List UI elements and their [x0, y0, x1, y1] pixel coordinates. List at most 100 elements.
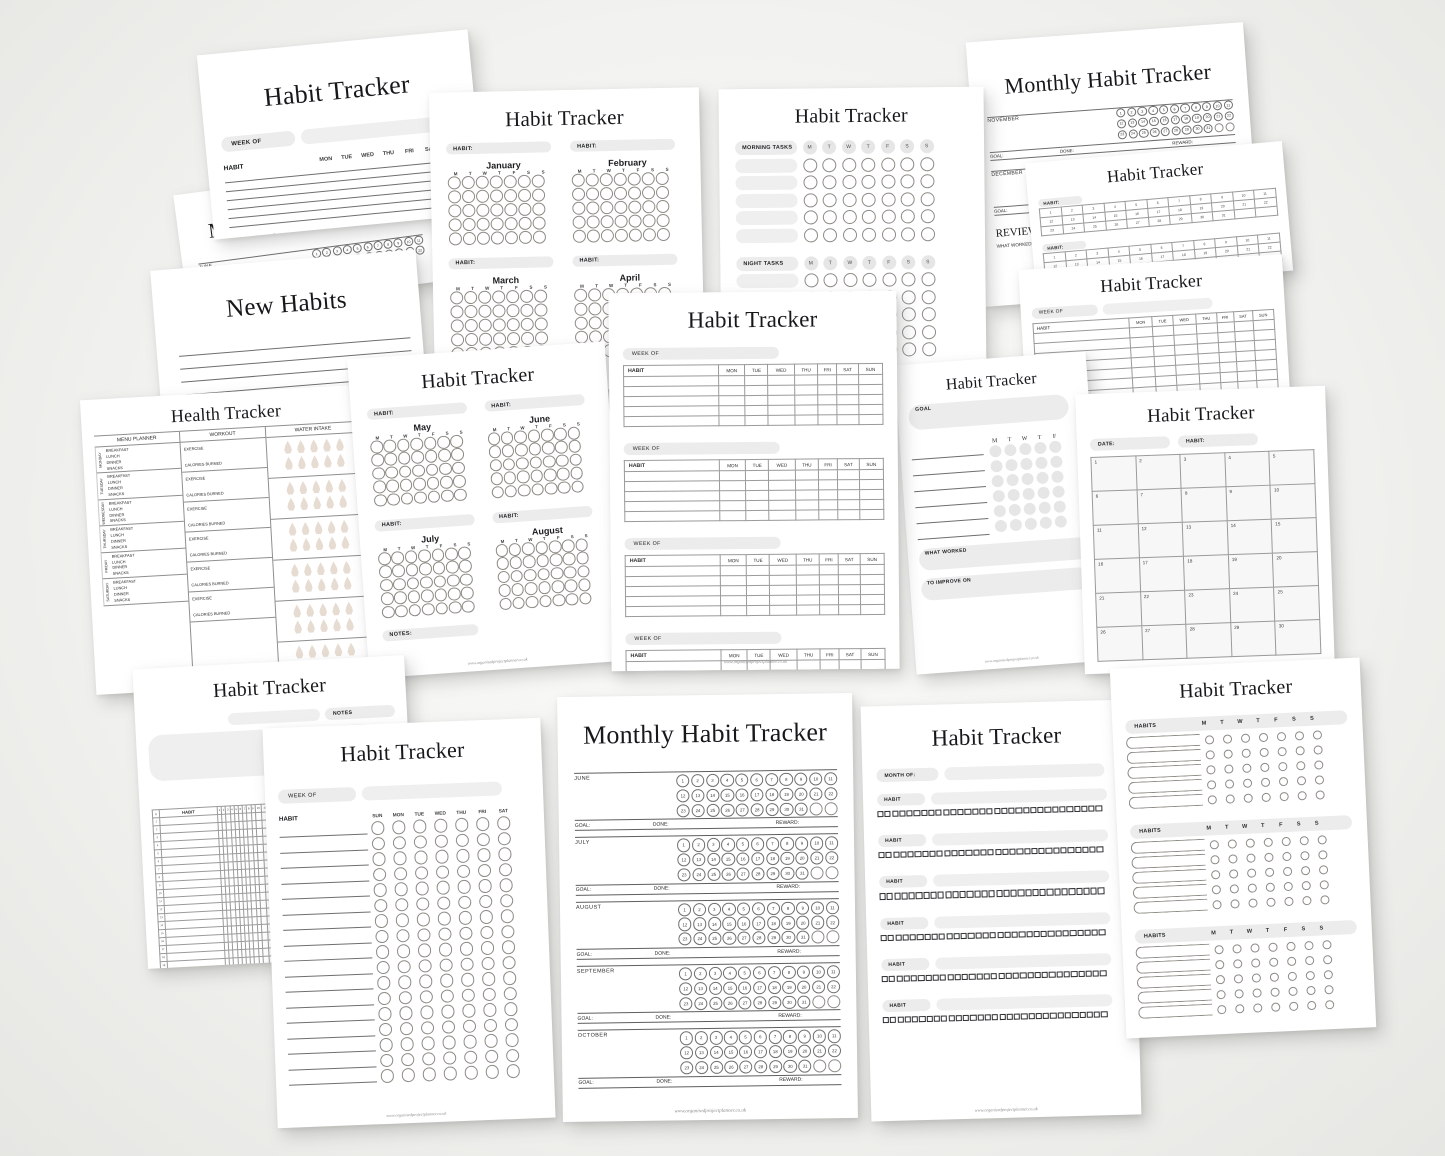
habit-circle[interactable]: [436, 435, 451, 449]
habit-circle[interactable]: [553, 427, 568, 441]
habit-circle[interactable]: [487, 431, 501, 446]
habit-circle[interactable]: [380, 1068, 395, 1083]
habit-circle[interactable]: [396, 438, 411, 452]
habit-circle[interactable]: [614, 200, 628, 215]
day-checkbox[interactable]: [1101, 1011, 1108, 1018]
day-checkbox[interactable]: [943, 850, 951, 857]
habit-circle[interactable]: [1263, 852, 1274, 862]
day-checkbox[interactable]: [1059, 806, 1066, 813]
week-of-pill[interactable]: WEEK OF: [624, 536, 781, 551]
table-cell[interactable]: [745, 405, 769, 416]
day-checkbox[interactable]: [940, 1015, 948, 1022]
habit-circle[interactable]: [417, 548, 432, 563]
day-checkbox[interactable]: [901, 892, 908, 900]
day-checkbox[interactable]: [981, 890, 988, 898]
habit-circle[interactable]: [574, 316, 589, 330]
task-circle[interactable]: [900, 209, 915, 224]
day-dot[interactable]: 22: [824, 786, 838, 801]
habit-circle[interactable]: [572, 201, 586, 216]
day-dot[interactable]: 17: [1170, 114, 1181, 125]
habit-circle[interactable]: [411, 464, 426, 478]
day-dot-blank[interactable]: [827, 1059, 842, 1073]
habit-circle[interactable]: [577, 578, 592, 592]
task-input[interactable]: [735, 193, 798, 208]
day-dot[interactable]: 5: [352, 243, 363, 254]
table-cell[interactable]: [820, 669, 840, 672]
day-dot-blank[interactable]: [810, 866, 824, 880]
habit-circle[interactable]: [462, 1018, 477, 1034]
day-checkbox[interactable]: [1085, 970, 1092, 977]
day-checkbox[interactable]: [885, 852, 893, 859]
table-cell[interactable]: [719, 470, 746, 481]
day-dot[interactable]: 14: [706, 852, 721, 867]
habit-circle[interactable]: [490, 485, 505, 499]
habit-circle[interactable]: [379, 1037, 394, 1052]
day-checkbox[interactable]: [938, 933, 946, 940]
habit-circle[interactable]: [1312, 744, 1323, 755]
habit-line[interactable]: [286, 1007, 375, 1025]
habit-circle[interactable]: [1304, 955, 1314, 965]
habit-field[interactable]: [1135, 943, 1210, 959]
day-dot[interactable]: 10: [810, 901, 825, 915]
habit-circle[interactable]: [461, 988, 476, 1003]
day-dot[interactable]: 1: [678, 967, 693, 981]
day-dot[interactable]: 22: [1224, 110, 1235, 121]
table-cell[interactable]: [819, 574, 839, 585]
day-checkbox[interactable]: [877, 811, 884, 818]
day-dot[interactable]: 5: [737, 902, 751, 916]
habit-circle[interactable]: [534, 540, 549, 555]
calendar-day-cell[interactable]: 22: [1140, 590, 1186, 626]
habit-circle[interactable]: [1285, 941, 1296, 951]
day-checkbox[interactable]: [1017, 889, 1025, 897]
habit-circle[interactable]: [502, 955, 517, 970]
day-checkbox[interactable]: [965, 849, 973, 857]
day-dot[interactable]: 24: [694, 996, 708, 1010]
calendar-day-cell[interactable]: 30: [1275, 619, 1321, 656]
habit-circle[interactable]: [1205, 749, 1215, 760]
day-dot[interactable]: 13: [692, 853, 706, 867]
habit-circle[interactable]: [1321, 939, 1332, 950]
task-circle[interactable]: [881, 227, 896, 242]
habit-circle[interactable]: [392, 577, 407, 592]
habit-circle[interactable]: [461, 175, 476, 190]
day-dot-blank[interactable]: [827, 994, 841, 1009]
habit-circle[interactable]: [457, 895, 472, 910]
habit-circle[interactable]: [1261, 792, 1271, 802]
habit-circle[interactable]: [408, 603, 422, 617]
habit-circle[interactable]: [475, 175, 490, 190]
day-checkbox[interactable]: [1038, 848, 1045, 855]
day-dot[interactable]: 2: [1126, 107, 1137, 118]
habit-pill[interactable]: HABIT:: [569, 138, 676, 152]
habit-circle[interactable]: [400, 1036, 415, 1051]
water-drop[interactable]: [327, 536, 338, 551]
table-cell[interactable]: [860, 669, 886, 672]
water-drop[interactable]: [307, 644, 318, 659]
habit-circle[interactable]: [482, 1002, 497, 1017]
habit-circle[interactable]: [529, 455, 543, 470]
habit-circle[interactable]: [391, 550, 405, 565]
habit-field[interactable]: [1127, 763, 1202, 780]
day-checkbox[interactable]: [1037, 806, 1044, 814]
week-table[interactable]: HABIT MON TUE WED THU FRI SAT SUN: [623, 363, 884, 427]
habit-circle[interactable]: [443, 1066, 458, 1081]
day-checkbox[interactable]: [899, 810, 906, 817]
water-drop[interactable]: [285, 481, 296, 496]
water-drop[interactable]: [331, 602, 342, 617]
habit-circle[interactable]: [1318, 864, 1328, 875]
calendar-day-cell[interactable]: 5: [1269, 449, 1315, 486]
table-cell[interactable]: [769, 605, 797, 616]
water-drop[interactable]: [296, 456, 307, 471]
table-cell[interactable]: [745, 395, 769, 406]
habit-circle[interactable]: [500, 908, 515, 923]
habit-circle[interactable]: [458, 910, 473, 925]
day-dot[interactable]: 14: [709, 1045, 723, 1060]
day-dot[interactable]: 29: [766, 866, 780, 881]
day-dot[interactable]: 13: [692, 917, 707, 931]
habit-circle[interactable]: [370, 453, 385, 467]
habit-circle[interactable]: [475, 816, 490, 831]
day-checkbox[interactable]: [1034, 971, 1041, 979]
day-dot[interactable]: 31: [794, 802, 809, 816]
day-dot[interactable]: 6: [750, 837, 765, 851]
habit-check-cell[interactable]: [225, 966, 231, 969]
day-dot[interactable]: 22: [415, 245, 426, 256]
